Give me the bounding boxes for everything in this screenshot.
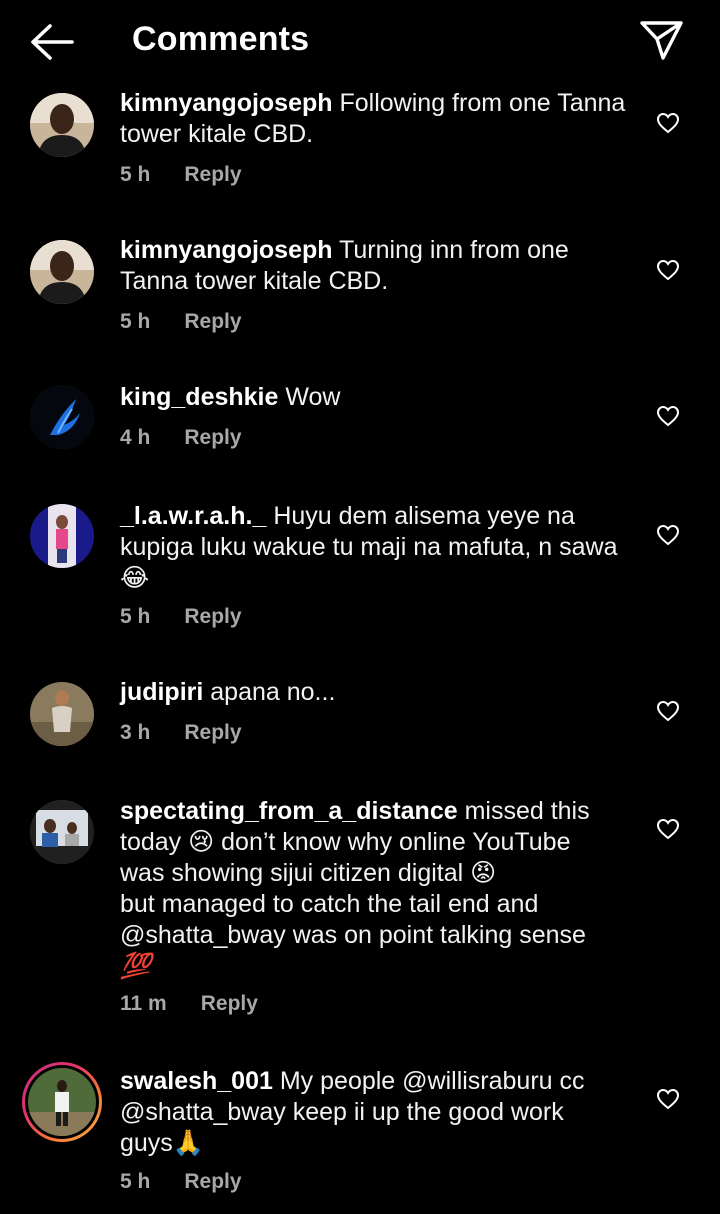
avatar[interactable] [30,93,94,157]
comment-text: My people @willisraburu cc [279,1067,585,1095]
avatar [25,1065,99,1139]
comment-text: was showing sijui citizen digital [120,859,464,887]
comment-text: @shatta_bway was on point talking sense [120,921,586,949]
heart-icon[interactable] [656,1088,680,1110]
reply-button[interactable]: Reply [184,163,241,186]
comment-text: guys [120,1129,173,1157]
heart-icon[interactable] [656,405,680,427]
reply-button[interactable]: Reply [184,310,241,333]
reply-button[interactable]: Reply [201,992,258,1015]
reply-button[interactable]: Reply [184,426,241,449]
avatar[interactable] [30,385,94,449]
avatar[interactable] [30,240,94,304]
comment-time: 5 h [120,605,151,628]
avatar[interactable] [30,800,94,864]
comment-text: apana no... [210,678,336,706]
comment-text: but managed to catch the tail end and [120,890,539,918]
heart-icon[interactable] [656,112,680,134]
reply-button[interactable]: Reply [184,721,241,744]
reply-button[interactable]: Reply [184,605,241,628]
comment-username[interactable]: judipiri [120,678,203,706]
comment-time: 5 h [120,1170,151,1193]
comment-time: 3 h [120,721,151,744]
hundred-points-emoji: 💯 [120,952,152,980]
comment-username[interactable]: king_deshkie [120,383,278,411]
comment-time: 5 h [120,310,151,333]
comment-time: 11 m [120,992,167,1015]
heart-icon[interactable] [656,818,680,840]
comment-text: missed this [464,797,590,825]
tears-of-joy-emoji: 😂 [120,564,150,592]
crying-face-emoji: 😢 [188,828,215,856]
paper-plane-icon[interactable] [638,18,684,62]
comment-username[interactable]: swalesh_001 [120,1067,273,1095]
heart-icon[interactable] [656,524,680,546]
avatar-story-ring[interactable] [22,1062,102,1142]
comment-text: @shatta_bway keep ii up the good work [120,1098,564,1126]
comment-text: Wow [285,383,341,411]
comment-username[interactable]: _l.a.w.r.a.h._ [120,502,266,530]
comment-text: today [120,828,182,856]
header-bar: Comments [0,0,720,84]
angry-face-emoji: 😡 [470,859,497,887]
heart-icon[interactable] [656,700,680,722]
comment-text: don’t know why online YouTube [221,828,571,856]
reply-button[interactable]: Reply [184,1170,241,1193]
folded-hands-emoji: 🙏 [172,1129,204,1157]
comment-time: 5 h [120,163,151,186]
arrow-left-icon[interactable] [28,22,74,62]
avatar[interactable] [30,682,94,746]
comment-username[interactable]: spectating_from_a_distance [120,797,458,825]
comment-username[interactable]: kimnyangojoseph [120,89,333,117]
heart-icon[interactable] [656,259,680,281]
comment-time: 4 h [120,426,151,449]
page-title: Comments [132,20,310,58]
avatar[interactable] [30,504,94,568]
comment-username[interactable]: kimnyangojoseph [120,236,333,264]
